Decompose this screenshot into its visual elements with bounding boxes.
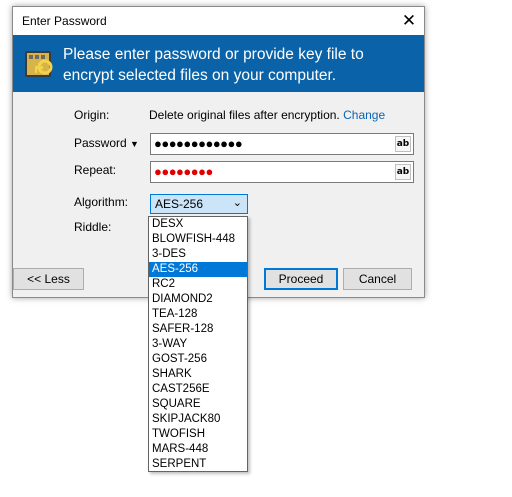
password-label: Password [74, 136, 127, 150]
chevron-down-icon: ▼ [130, 139, 139, 149]
origin-value: Delete original files after encryption. … [149, 108, 385, 122]
algorithm-option[interactable]: DESX [149, 217, 247, 232]
repeat-password-field[interactable]: ●●●●●●●● ab [150, 161, 414, 183]
repeat-label: Repeat: [74, 163, 117, 177]
proceed-button[interactable]: Proceed [264, 268, 338, 290]
less-button[interactable]: << Less [13, 268, 84, 290]
algorithm-option[interactable]: TWOFISH [149, 427, 247, 442]
window-title: Enter Password [22, 14, 107, 28]
algorithm-option[interactable]: SQUARE [149, 397, 247, 412]
algorithm-option[interactable]: SERPENT [149, 457, 247, 472]
algorithm-dropdown-list[interactable]: DESX BLOWFISH-448 3-DES AES-256 RC2 DIAMOND2 T… [148, 216, 248, 472]
change-link[interactable]: Change [343, 108, 385, 122]
origin-text: Delete original files after encryption. [149, 108, 340, 122]
algorithm-option[interactable]: SHARK [149, 367, 247, 382]
algorithm-option[interactable]: CAST256E [149, 382, 247, 397]
algorithm-option[interactable]: 3-WAY [149, 337, 247, 352]
algorithm-option[interactable]: 3-DES [149, 247, 247, 262]
close-button[interactable]: ✕ [394, 7, 424, 35]
algorithm-select[interactable]: AES-256 ⌄ [150, 194, 248, 214]
key-folder-icon [25, 51, 53, 77]
algorithm-option[interactable]: TEA-128 [149, 307, 247, 322]
algorithm-label: Algorithm: [74, 195, 129, 209]
algorithm-option[interactable]: BLOWFISH-448 [149, 232, 247, 247]
repeat-value: ●●●●●●●● [154, 164, 213, 179]
algorithm-selected-value: AES-256 [155, 197, 204, 211]
show-repeat-button[interactable]: ab [395, 164, 411, 180]
cancel-button[interactable]: Cancel [343, 268, 412, 290]
algorithm-option[interactable]: SKIPJACK80 [149, 412, 247, 427]
password-mode-dropdown[interactable]: Password ▼ [74, 136, 139, 150]
algorithm-option[interactable]: SAFER-128 [149, 322, 247, 337]
algorithm-option[interactable]: GOST-256 [149, 352, 247, 367]
banner-message: Please enter password or provide key fil… [63, 46, 364, 84]
algorithm-option[interactable]: AES-256 [149, 262, 247, 277]
algorithm-option[interactable]: RC2 [149, 277, 247, 292]
origin-label: Origin: [74, 108, 110, 122]
password-field[interactable]: ●●●●●●●●●●●● ab [150, 133, 414, 155]
chevron-down-icon: ⌄ [232, 197, 242, 209]
show-password-button[interactable]: ab [395, 136, 411, 152]
title-bar: Enter Password ✕ [13, 7, 424, 35]
riddle-label: Riddle: [74, 220, 112, 234]
algorithm-option[interactable]: MARS-448 [149, 442, 247, 457]
header-banner: Please enter password or provide key fil… [13, 35, 424, 92]
password-value: ●●●●●●●●●●●● [154, 136, 243, 151]
algorithm-option[interactable]: DIAMOND2 [149, 292, 247, 307]
close-icon: ✕ [401, 11, 417, 30]
